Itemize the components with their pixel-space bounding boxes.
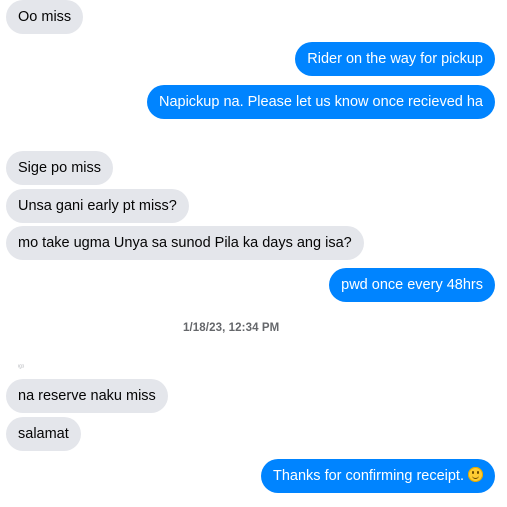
message-text: Thanks for confirming receipt. (273, 468, 464, 484)
outgoing-message[interactable]: pwd once every 48hrs (329, 268, 495, 302)
outgoing-message[interactable]: Napickup na. Please let us know once rec… (146, 85, 495, 119)
message-timestamp: 1/18/23, 12:34 PM (183, 322, 280, 334)
sender-name: ᶦᵍᵓ (18, 364, 25, 371)
incoming-message[interactable]: Sige po miss (6, 151, 114, 185)
incoming-message[interactable]: salamat (6, 417, 81, 451)
outgoing-message[interactable]: Rider on the way for pickup (295, 42, 495, 76)
incoming-message[interactable]: na reserve naku miss (6, 379, 168, 413)
incoming-message[interactable]: Unsa gani early pt miss? (6, 189, 189, 223)
outgoing-message[interactable]: Thanks for confirming receipt. (261, 459, 495, 493)
incoming-message[interactable]: Oo miss (6, 0, 84, 34)
incoming-message[interactable]: mo take ugma Unya sa sunod Pila ka days … (6, 226, 364, 260)
smiling-face-icon (468, 467, 483, 482)
